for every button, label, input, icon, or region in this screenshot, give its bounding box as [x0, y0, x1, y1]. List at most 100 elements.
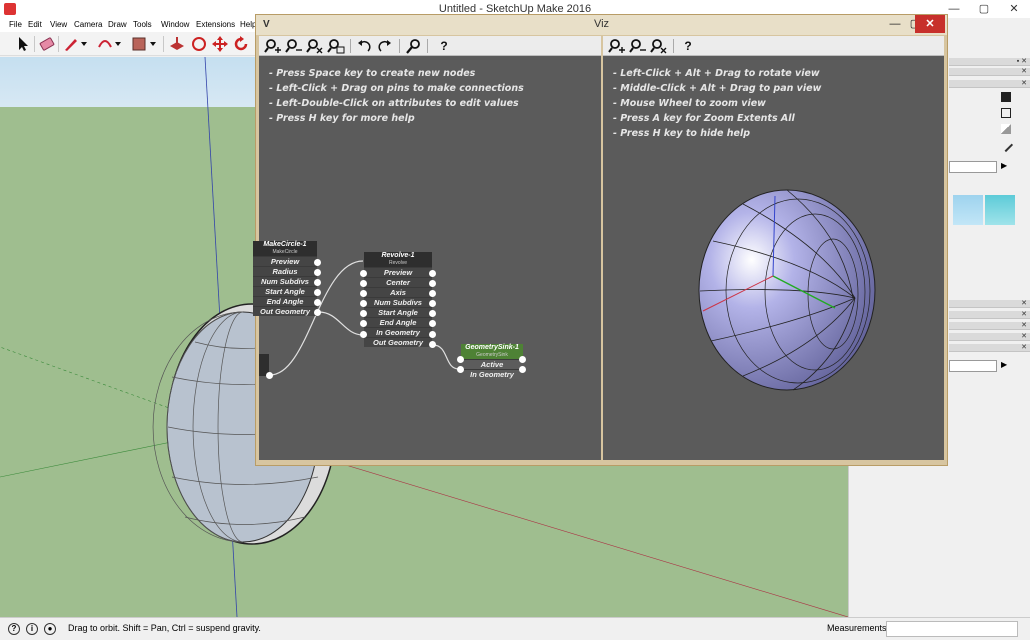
tray-panel-header[interactable]: ✕ — [949, 322, 1030, 330]
input-pin[interactable] — [457, 366, 464, 373]
output-pin[interactable] — [429, 331, 436, 338]
node-attr[interactable]: Preview — [253, 256, 317, 266]
output-pin[interactable] — [519, 356, 526, 363]
tray-panel-header[interactable]: ▪ ✕ — [949, 58, 1030, 66]
maximize-icon[interactable]: ▢ — [970, 0, 998, 18]
node-header[interactable]: MakeCircle-1 MakeCircle — [253, 241, 317, 256]
rotate-icon[interactable] — [232, 35, 250, 53]
close-icon[interactable]: ✕ — [1000, 0, 1028, 18]
node-revolve[interactable]: Revolve-1 Revolve Preview Center Axis Nu… — [364, 252, 432, 347]
tray-panel-header[interactable]: ✕ — [949, 300, 1030, 308]
node-attr[interactable]: Num Subdivs — [364, 297, 432, 307]
node-attr[interactable]: Start Angle — [364, 307, 432, 317]
node-attr[interactable]: In Geometry — [461, 369, 523, 379]
tray-input[interactable] — [949, 360, 997, 372]
node-attr[interactable]: End Angle — [253, 296, 317, 306]
output-pin[interactable] — [314, 309, 321, 316]
output-pin[interactable] — [429, 320, 436, 327]
output-pin[interactable] — [314, 289, 321, 296]
menu-file[interactable]: File — [9, 20, 22, 29]
node-makecircle[interactable]: MakeCircle-1 MakeCircle Preview Radius N… — [253, 241, 317, 316]
menu-draw[interactable]: Draw — [108, 20, 127, 29]
output-pin[interactable] — [429, 280, 436, 287]
menu-edit[interactable]: Edit — [28, 20, 42, 29]
shading-icon[interactable] — [1001, 124, 1011, 134]
node-attr[interactable]: Out Geometry — [364, 337, 432, 347]
input-pin[interactable] — [360, 320, 367, 327]
node-attr[interactable]: Axis — [364, 287, 432, 297]
node-attr[interactable]: Radius — [253, 266, 317, 276]
tray-panel-header[interactable]: ✕ — [949, 311, 1030, 319]
output-pin[interactable] — [429, 300, 436, 307]
output-pin[interactable] — [429, 270, 436, 277]
material-swatch[interactable] — [985, 195, 1015, 225]
output-pin[interactable] — [266, 372, 273, 379]
tray-panel-header[interactable]: ✕ — [949, 68, 1030, 76]
viewer-pane[interactable]: ? - Left-Click + Alt + Drag to rotate vi… — [603, 36, 944, 460]
chevron-down-icon[interactable] — [149, 35, 157, 53]
input-pin[interactable] — [457, 356, 464, 363]
lock-icon[interactable] — [1001, 92, 1011, 102]
measurements-field[interactable] — [886, 621, 1018, 637]
rectangle-icon[interactable] — [130, 35, 148, 53]
node-attr[interactable]: Start Angle — [253, 286, 317, 296]
node-attr[interactable]: End Angle — [364, 317, 432, 327]
input-pin[interactable] — [360, 310, 367, 317]
tray-panel-header[interactable]: ✕ — [949, 333, 1030, 341]
select-arrow-icon[interactable] — [14, 35, 32, 53]
input-pin[interactable] — [360, 300, 367, 307]
viz-titlebar[interactable]: V Viz — ▢ ✕ — [256, 15, 947, 35]
input-pin[interactable] — [360, 331, 367, 338]
menu-help[interactable]: Help — [240, 20, 256, 29]
output-pin[interactable] — [314, 269, 321, 276]
component-icon[interactable] — [1001, 108, 1011, 118]
arrow-right-icon[interactable]: ▶ — [1001, 360, 1007, 369]
output-pin[interactable] — [314, 279, 321, 286]
info-icon[interactable]: i — [26, 623, 38, 635]
output-pin[interactable] — [314, 259, 321, 266]
pencil-icon[interactable] — [62, 35, 80, 53]
arc-icon[interactable] — [96, 35, 114, 53]
output-pin[interactable] — [429, 310, 436, 317]
follow-me-icon[interactable] — [190, 35, 208, 53]
node-attr[interactable]: Num Subdivs — [253, 276, 317, 286]
node-header[interactable]: GeometrySink-1 GeometrySink — [461, 344, 523, 359]
menu-camera[interactable]: Camera — [74, 20, 102, 29]
node-geometrysink[interactable]: GeometrySink-1 GeometrySink Active In Ge… — [461, 344, 523, 379]
arrow-right-icon[interactable]: ▶ — [1001, 161, 1011, 171]
node-editor-pane[interactable]: ? - Press Space key to create new nodes … — [253, 36, 601, 460]
tray-panel-header[interactable]: ✕ — [949, 80, 1030, 88]
node-attr[interactable]: Preview — [364, 267, 432, 277]
minimize-icon[interactable]: — — [884, 15, 906, 33]
output-pin[interactable] — [429, 341, 436, 348]
user-icon[interactable]: ● — [44, 623, 56, 635]
tray-panel-header[interactable]: ✕ — [949, 344, 1030, 352]
input-pin[interactable] — [360, 280, 367, 287]
output-pin[interactable] — [519, 366, 526, 373]
menu-view[interactable]: View — [50, 20, 67, 29]
chevron-down-icon[interactable] — [114, 35, 122, 53]
move-icon[interactable] — [211, 35, 229, 53]
close-icon[interactable]: ✕ — [915, 15, 945, 33]
node-attr[interactable]: Out Geometry — [253, 306, 317, 316]
geo-location-icon[interactable]: ? — [8, 623, 20, 635]
materials-dropdown[interactable] — [949, 161, 997, 173]
eyedropper-icon[interactable] — [998, 137, 1014, 153]
material-swatch[interactable] — [953, 195, 983, 225]
menu-window[interactable]: Window — [161, 20, 189, 29]
viz-window-title: Viz — [593, 18, 610, 30]
chevron-down-icon[interactable] — [80, 35, 88, 53]
node-type: GeometrySink — [476, 352, 508, 358]
eraser-icon[interactable] — [38, 35, 56, 53]
node-header[interactable]: Revolve-1 Revolve — [364, 252, 432, 267]
node-attr[interactable]: Active — [461, 359, 523, 369]
node-attr[interactable]: In Geometry — [364, 327, 432, 337]
push-pull-icon[interactable] — [168, 35, 186, 53]
output-pin[interactable] — [429, 290, 436, 297]
node-attr[interactable]: Center — [364, 277, 432, 287]
input-pin[interactable] — [360, 290, 367, 297]
menu-tools[interactable]: Tools — [133, 20, 152, 29]
output-pin[interactable] — [314, 299, 321, 306]
menu-extensions[interactable]: Extensions — [196, 20, 235, 29]
input-pin[interactable] — [360, 270, 367, 277]
